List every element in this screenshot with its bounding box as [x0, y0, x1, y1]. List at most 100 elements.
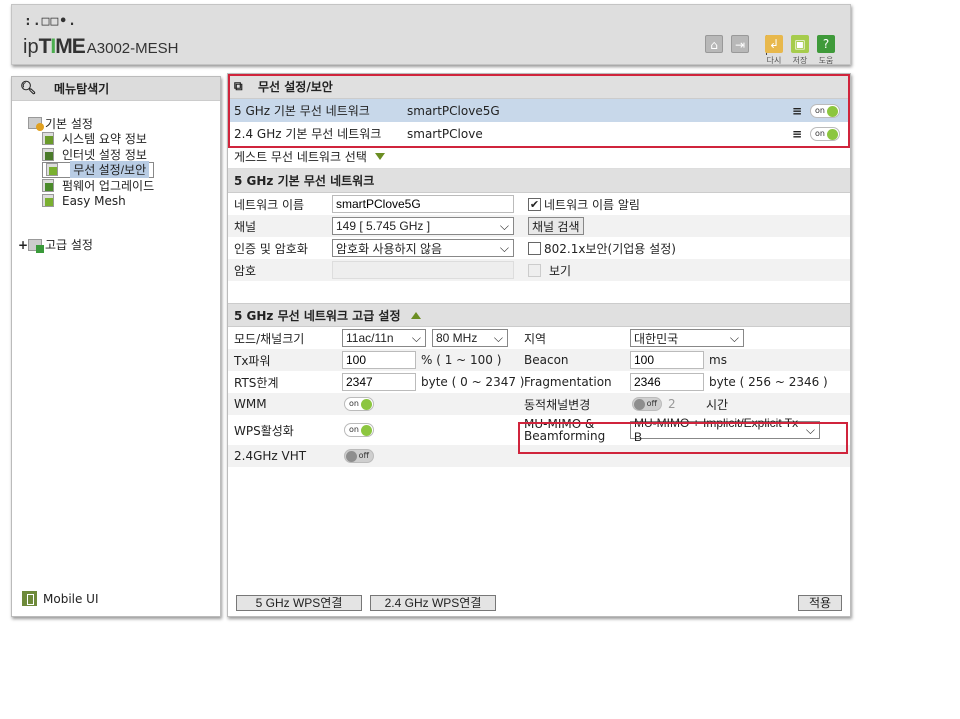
triangle-up-icon[interactable] — [410, 311, 421, 319]
brand-dots: :.□□•. — [24, 14, 77, 29]
help-icon[interactable]: ? — [817, 35, 835, 53]
rts-range: byte ( 0 ~ 2347 ) — [421, 375, 525, 389]
tree-group-basic[interactable]: 기본 설정 — [28, 115, 154, 131]
dynamic-channel-unit: 시간 — [706, 397, 729, 412]
expand-icon[interactable]: + — [18, 238, 28, 252]
reload-label[interactable]: 다시 — [762, 55, 786, 66]
toggle-text: off — [646, 399, 657, 408]
region-select[interactable]: 대한민국 ⌵ — [630, 329, 744, 347]
logo-ip: ip — [23, 36, 39, 58]
save-icon[interactable]: ▣ — [791, 35, 809, 53]
model-name: A3002-MESH — [86, 40, 179, 57]
chevron-down-icon: ⌵ — [729, 330, 739, 345]
tx-power-range: % ( 1 ~ 100 ) — [421, 353, 502, 367]
channel-search-button[interactable]: 채널 검색 — [528, 217, 584, 235]
show-password-checkbox[interactable]: 보기 — [528, 262, 571, 279]
dynamic-channel-toggle[interactable]: off — [632, 397, 662, 411]
network-name-input[interactable] — [332, 195, 514, 213]
wps-label: WPS활성화 — [234, 423, 294, 438]
checkbox-disabled[interactable] — [528, 263, 541, 277]
wmm-toggle[interactable]: on — [344, 397, 374, 411]
dot1x-checkbox[interactable]: 802.1x보안(기업용 설정) — [528, 240, 676, 257]
triangle-down-icon[interactable] — [374, 153, 385, 160]
chevron-down-icon: ⌵ — [493, 330, 503, 345]
auth-label: 인증 및 암호화 — [234, 241, 308, 256]
channel-select[interactable]: 149 [ 5.745 GHz ] ⌵ — [332, 217, 514, 235]
monitor-icon — [42, 147, 54, 161]
save-label[interactable]: 저장 — [788, 55, 812, 66]
tree-group-advanced[interactable]: + 고급 설정 — [18, 237, 154, 253]
sidebar-item-internet-settings[interactable]: 인터넷 설정 정보 — [42, 147, 154, 163]
chevron-down-icon: ⌵ — [499, 218, 509, 233]
sidebar-item-label: Easy Mesh — [62, 193, 126, 208]
broadcast-ssid-label: 네트워크 이름 알림 — [544, 197, 640, 212]
logo-time: TIME — [39, 35, 86, 58]
dynamic-channel-hours[interactable]: 2 — [668, 397, 676, 411]
mode-select[interactable]: 11ac/11n ⌵ — [342, 329, 426, 347]
mobile-ui-label: Mobile UI — [43, 591, 99, 606]
fragmentation-label: Fragmentation — [524, 375, 612, 389]
logout-icon[interactable]: ⇥ — [731, 35, 749, 53]
wifi-icon — [46, 163, 58, 177]
rts-label: RTS한계 — [234, 375, 279, 390]
tx-power-input[interactable] — [342, 351, 416, 369]
header-bar: :.□□•. ipTIME A3002-MESH ⌂ ⇥ ↲ 다시 ▣ 저장 ? … — [11, 4, 851, 65]
vht-toggle[interactable]: off — [344, 449, 374, 463]
checkbox-unchecked[interactable] — [528, 241, 541, 255]
row-auth: 인증 및 암호화 암호화 사용하지 않음 ⌵ 802.1x보안(기업용 설정) — [228, 237, 850, 259]
row-rts: RTS한계 byte ( 0 ~ 2347 ) Fragmentation by… — [228, 371, 850, 393]
basic-section-header: 5 GHz 기본 무선 네트워크 — [228, 169, 850, 193]
home-icon[interactable]: ⌂ — [705, 35, 723, 53]
channel-width-select[interactable]: 80 MHz ⌵ — [432, 329, 508, 347]
rts-input[interactable] — [342, 373, 416, 391]
logo-me: ME — [55, 35, 85, 58]
row-wmm: WMM on 동적채널변경 off 2 시간 — [228, 393, 850, 415]
wps-2-4ghz-button[interactable]: 2.4 GHz WPS연결 — [370, 595, 496, 611]
channel-label: 채널 — [234, 219, 257, 234]
row-mode: 모드/채널크기 11ac/11n ⌵ 80 MHz ⌵ 지역 대한민국 ⌵ — [228, 327, 850, 349]
mobile-icon — [22, 591, 37, 606]
main-panel: ⧉ 무선 설정/보안 5 GHz 기본 무선 네트워크 smartPClove5… — [227, 73, 851, 617]
wps-5ghz-button[interactable]: 5 GHz WPS연결 — [236, 595, 362, 611]
beacon-input[interactable] — [630, 351, 704, 369]
toggle-text: on — [349, 425, 359, 434]
folder-plus-icon — [28, 238, 44, 253]
reload-icon[interactable]: ↲ — [765, 35, 783, 53]
broadcast-ssid-checkbox[interactable]: ✔ 네트워크 이름 알림 — [528, 196, 640, 213]
menu-tree: 기본 설정 시스템 요약 정보 인터넷 설정 정보 무선 설정/보안 펌웨어 업… — [18, 115, 155, 253]
fragmentation-range: byte ( 256 ~ 2346 ) — [709, 375, 828, 389]
sidebar-item-easy-mesh[interactable]: Easy Mesh — [42, 193, 154, 209]
password-label: 암호 — [234, 263, 257, 278]
search-icon: 🔍︎ — [20, 81, 37, 96]
chevron-down-icon: ⌵ — [499, 240, 509, 255]
guest-network-label: 게스트 무선 네트워크 선택 — [234, 150, 367, 164]
basic-section-title: 5 GHz 기본 무선 네트워크 — [234, 174, 375, 188]
sidebar-item-label: 인터넷 설정 정보 — [62, 147, 147, 162]
wps-toggle[interactable]: on — [344, 423, 374, 437]
brand-logo: ipTIME A3002-MESH — [23, 35, 178, 59]
guest-network-select[interactable]: 게스트 무선 네트워크 선택 — [228, 145, 850, 169]
auth-select[interactable]: 암호화 사용하지 않음 ⌵ — [332, 239, 514, 257]
mobile-ui-link[interactable]: Mobile UI — [22, 591, 99, 606]
checkbox-checked[interactable]: ✔ — [528, 197, 541, 211]
highlight-box-mumimo — [518, 422, 848, 454]
row-network-name: 네트워크 이름 ✔네트워크 이름 알림 — [228, 193, 850, 215]
show-password-label: 보기 — [549, 263, 572, 278]
vht-label: 2.4GHz VHT — [234, 449, 307, 463]
sidebar-item-system-summary[interactable]: 시스템 요약 정보 — [42, 131, 154, 147]
help-label[interactable]: 도움 — [814, 55, 838, 66]
toggle-text: off — [358, 451, 369, 460]
row-channel: 채널 149 [ 5.745 GHz ] ⌵ 채널 검색 — [228, 215, 850, 237]
network-name-label: 네트워크 이름 — [234, 197, 305, 212]
mode-label: 모드/채널크기 — [234, 331, 305, 346]
apply-button[interactable]: 적용 — [798, 595, 842, 611]
upgrade-icon — [42, 178, 54, 192]
advanced-section-header[interactable]: 5 GHz 무선 네트워크 고급 설정 — [228, 303, 850, 327]
sidebar-item-firmware-upgrade[interactable]: 펌웨어 업그레이드 — [42, 178, 154, 194]
beacon-label: Beacon — [524, 353, 569, 367]
wmm-label: WMM — [234, 397, 267, 411]
wifi-icon — [42, 194, 54, 208]
sidebar-item-wireless-security[interactable]: 무선 설정/보안 — [42, 161, 155, 179]
fragmentation-input[interactable] — [630, 373, 704, 391]
password-input[interactable] — [332, 261, 514, 279]
